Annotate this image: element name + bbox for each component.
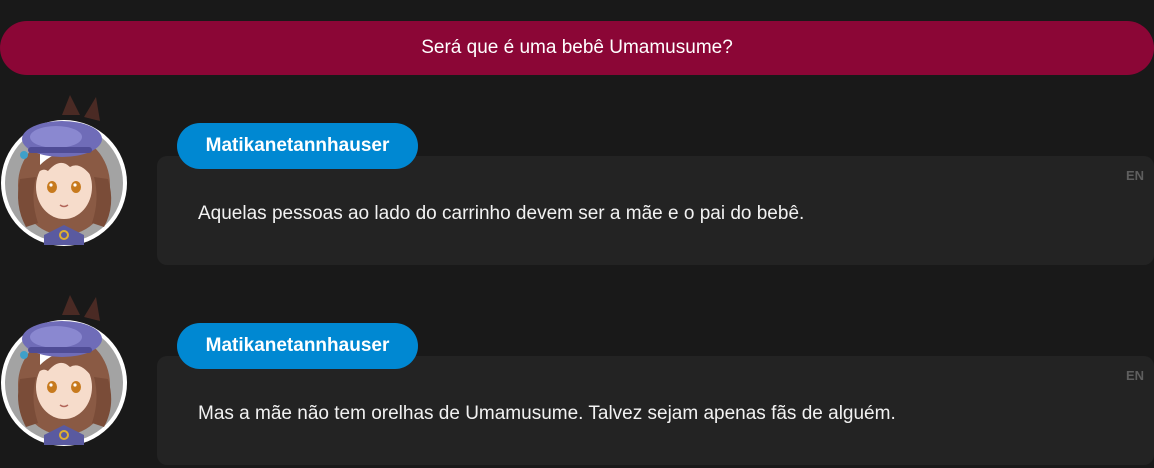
dialogue-log: Será que é uma bebê Umamusume? EN Aquela… <box>0 0 1154 468</box>
language-toggle[interactable]: EN <box>1126 168 1144 183</box>
message-text: Aquelas pessoas ao lado do carrinho deve… <box>198 203 805 224</box>
speaker-name-tag: Matikanetannhauser <box>177 123 418 169</box>
choice-text: Será que é uma bebê Umamusume? <box>421 37 733 58</box>
choice-banner[interactable]: Será que é uma bebê Umamusume? <box>0 21 1154 75</box>
character-portrait-icon <box>1 95 127 246</box>
message-text: Mas a mãe não tem orelhas de Umamusume. … <box>198 403 896 424</box>
language-toggle[interactable]: EN <box>1126 368 1144 383</box>
speaker-name: Matikanetannhauser <box>205 335 390 356</box>
message-bubble: EN Mas a mãe não tem orelhas de Umamusum… <box>157 356 1154 465</box>
character-avatar <box>0 295 132 447</box>
dialogue-entry: EN Mas a mãe não tem orelhas de Umamusum… <box>0 295 1154 468</box>
speaker-name-tag: Matikanetannhauser <box>177 323 418 369</box>
speaker-name: Matikanetannhauser <box>205 135 390 156</box>
character-portrait-icon <box>1 295 127 446</box>
character-avatar <box>0 95 132 247</box>
message-bubble: EN Aquelas pessoas ao lado do carrinho d… <box>157 156 1154 265</box>
dialogue-entry: EN Aquelas pessoas ao lado do carrinho d… <box>0 95 1154 275</box>
